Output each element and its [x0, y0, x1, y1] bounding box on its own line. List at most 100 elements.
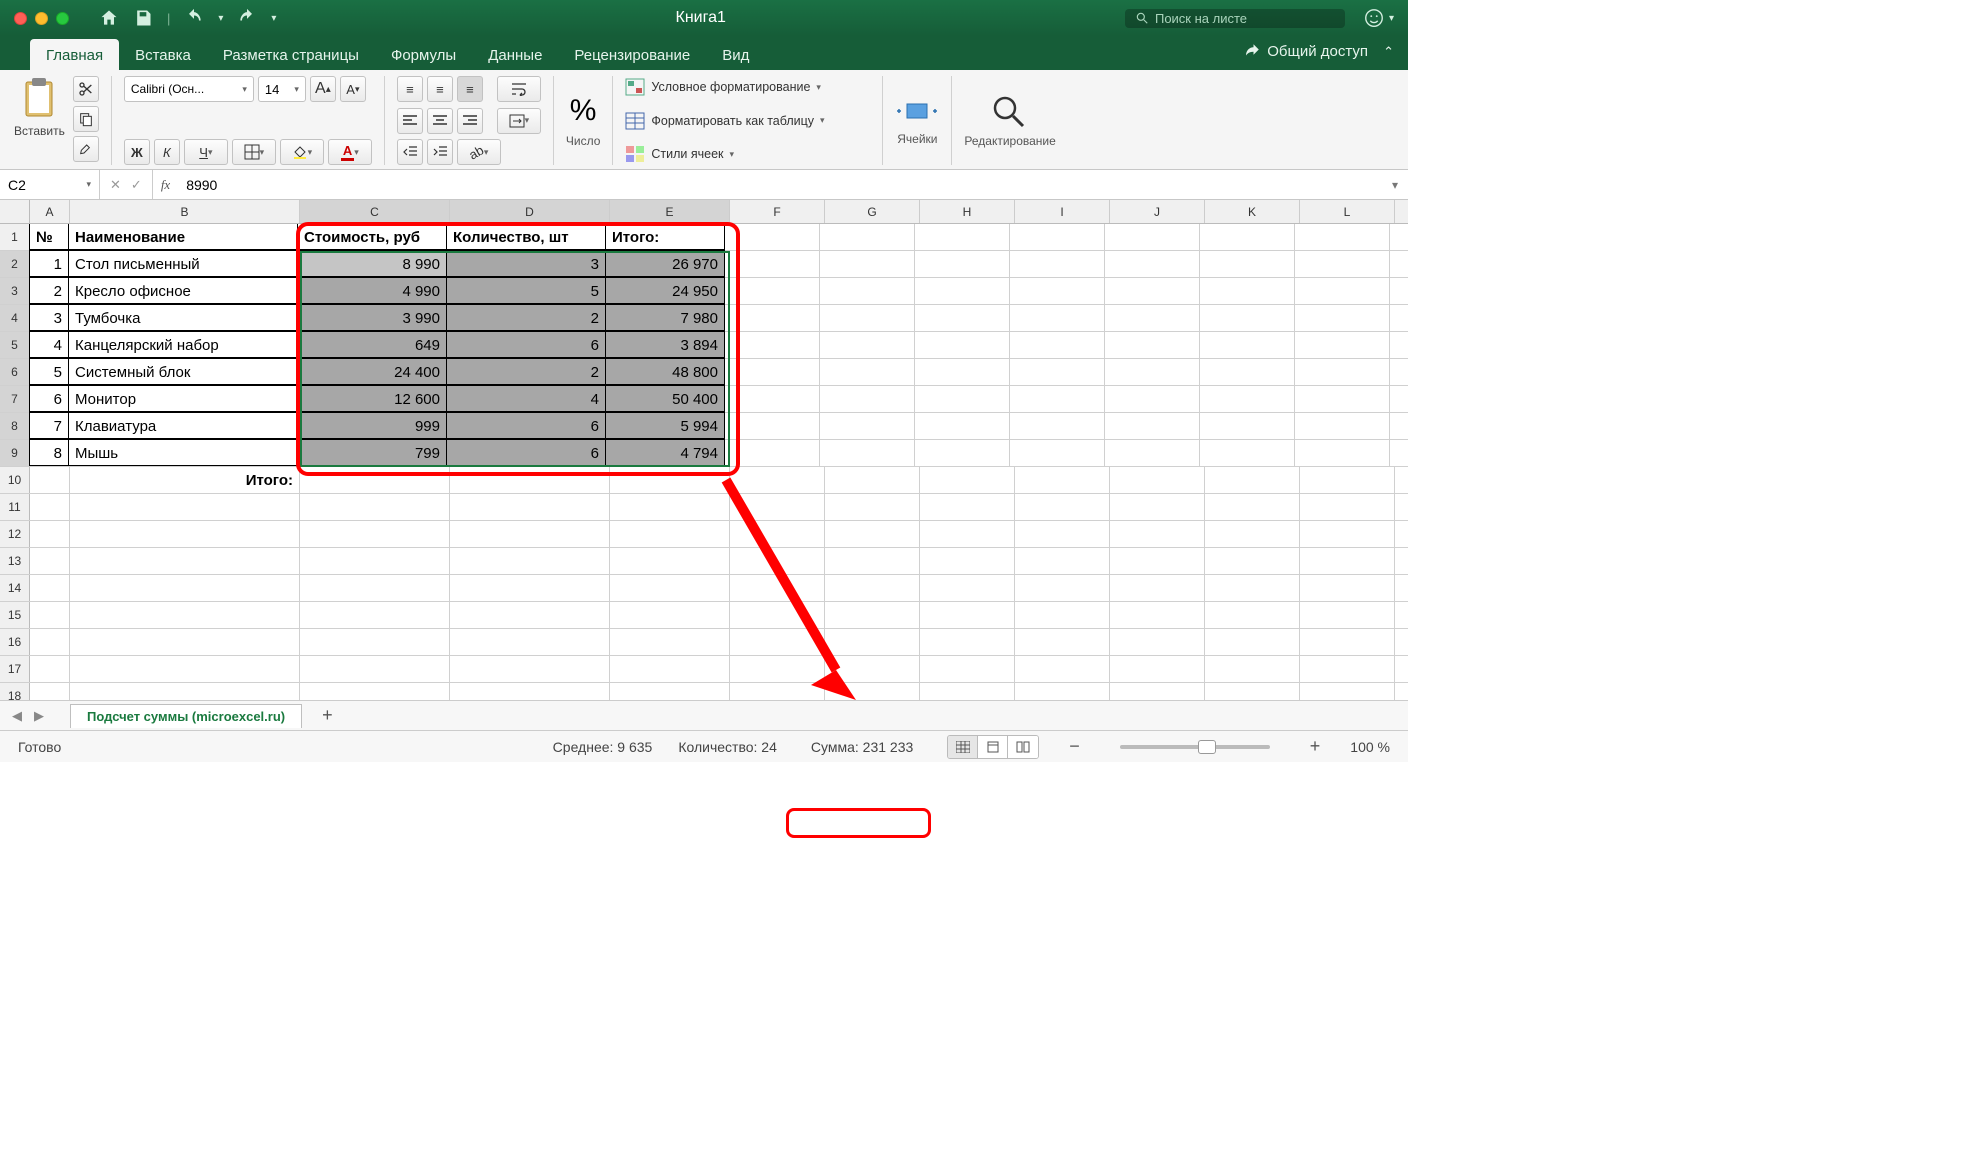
cell[interactable] — [30, 494, 70, 520]
row-header[interactable]: 5 — [0, 332, 30, 358]
align-center-button[interactable] — [427, 108, 453, 134]
cell[interactable]: 999 — [297, 412, 447, 439]
cell[interactable]: Монитор — [68, 385, 298, 412]
cell[interactable] — [1010, 359, 1105, 385]
editing-button[interactable]: Редактирование — [964, 94, 1055, 148]
col-header-K[interactable]: K — [1205, 200, 1300, 223]
cell[interactable] — [1105, 359, 1200, 385]
cell[interactable] — [1010, 440, 1105, 466]
share-button[interactable]: Общий доступ — [1243, 42, 1368, 60]
cell[interactable] — [1200, 251, 1295, 277]
cell[interactable]: 3 — [446, 250, 606, 277]
cell[interactable] — [825, 521, 920, 547]
cell[interactable] — [1015, 602, 1110, 628]
cell[interactable] — [1010, 224, 1105, 250]
cell[interactable] — [610, 683, 730, 700]
cell[interactable] — [1105, 386, 1200, 412]
cell[interactable]: 12 600 — [297, 385, 447, 412]
cell[interactable] — [1200, 413, 1295, 439]
cell[interactable] — [820, 251, 915, 277]
cell[interactable] — [1110, 548, 1205, 574]
cell[interactable] — [1200, 359, 1295, 385]
cell[interactable] — [1110, 494, 1205, 520]
cancel-formula-icon[interactable]: ✕ — [110, 177, 121, 193]
fx-icon[interactable]: fx — [153, 177, 178, 193]
row-header[interactable]: 10 — [0, 467, 30, 493]
cell[interactable] — [1295, 386, 1390, 412]
tab-home[interactable]: Главная — [30, 39, 119, 70]
cell[interactable]: 5 — [29, 358, 69, 385]
cell[interactable]: 6 — [446, 331, 606, 358]
cell[interactable] — [730, 467, 825, 493]
cell[interactable]: 7 980 — [605, 304, 725, 331]
cell[interactable]: 24 400 — [297, 358, 447, 385]
zoom-window[interactable] — [56, 12, 69, 25]
cell[interactable] — [1300, 494, 1395, 520]
cell[interactable] — [1205, 521, 1300, 547]
row-header[interactable]: 8 — [0, 413, 30, 439]
cell[interactable] — [1295, 332, 1390, 358]
cell[interactable] — [915, 305, 1010, 331]
cell[interactable] — [610, 494, 730, 520]
cell[interactable] — [1110, 629, 1205, 655]
cell[interactable]: 24 950 — [605, 277, 725, 304]
cell[interactable] — [450, 602, 610, 628]
formula-input[interactable]: 8990 — [178, 177, 225, 193]
cell[interactable] — [730, 494, 825, 520]
cell[interactable] — [820, 332, 915, 358]
cell[interactable] — [300, 683, 450, 700]
cell[interactable] — [1015, 656, 1110, 682]
cell[interactable] — [1300, 575, 1395, 601]
cell[interactable]: 48 800 — [605, 358, 725, 385]
copy-button[interactable] — [73, 106, 99, 132]
row-header[interactable]: 1 — [0, 224, 30, 250]
decrease-font-button[interactable]: A▾ — [340, 76, 366, 102]
cell[interactable] — [30, 548, 70, 574]
cell[interactable] — [725, 305, 820, 331]
cell[interactable]: 8 990 — [297, 250, 447, 277]
merge-cells-button[interactable]: ▾ — [497, 108, 541, 134]
cell[interactable] — [920, 683, 1015, 700]
spreadsheet-grid[interactable]: A B C D E F G H I J K L 1№НаименованиеСт… — [0, 200, 1408, 700]
cell[interactable] — [450, 521, 610, 547]
cell[interactable] — [1300, 629, 1395, 655]
row-header[interactable]: 2 — [0, 251, 30, 277]
cell[interactable] — [825, 656, 920, 682]
cell[interactable] — [915, 386, 1010, 412]
cell[interactable] — [300, 629, 450, 655]
cell[interactable] — [730, 575, 825, 601]
cell[interactable] — [730, 683, 825, 700]
undo-icon[interactable] — [184, 8, 204, 28]
font-size-select[interactable]: 14▾ — [258, 76, 306, 102]
cell[interactable]: Итого: — [70, 467, 300, 493]
cell[interactable] — [725, 251, 820, 277]
cell[interactable] — [920, 602, 1015, 628]
cell[interactable] — [1300, 548, 1395, 574]
cell[interactable] — [1015, 548, 1110, 574]
cell[interactable] — [1205, 494, 1300, 520]
cell[interactable] — [70, 575, 300, 601]
cell[interactable]: Канцелярский набор — [68, 331, 298, 358]
align-left-button[interactable] — [397, 108, 423, 134]
cell[interactable]: 4 — [29, 331, 69, 358]
zoom-thumb[interactable] — [1198, 740, 1216, 754]
row-header[interactable]: 3 — [0, 278, 30, 304]
cell[interactable] — [820, 224, 915, 250]
align-top-button[interactable]: ≡ — [397, 76, 423, 102]
cell[interactable]: Количество, шт — [446, 223, 606, 250]
cell[interactable]: Кресло офисное — [68, 277, 298, 304]
cell[interactable] — [30, 575, 70, 601]
cell[interactable] — [725, 332, 820, 358]
zoom-slider[interactable] — [1120, 745, 1270, 749]
row-header[interactable]: 6 — [0, 359, 30, 385]
cell[interactable] — [915, 440, 1010, 466]
cell[interactable] — [1110, 602, 1205, 628]
cell[interactable] — [1010, 278, 1105, 304]
row-header[interactable]: 4 — [0, 305, 30, 331]
cell[interactable] — [1205, 629, 1300, 655]
cell[interactable] — [1205, 575, 1300, 601]
tab-view[interactable]: Вид — [706, 39, 765, 70]
cell[interactable]: 6 — [446, 412, 606, 439]
view-page-break-button[interactable] — [1008, 736, 1038, 758]
cell[interactable] — [30, 683, 70, 700]
